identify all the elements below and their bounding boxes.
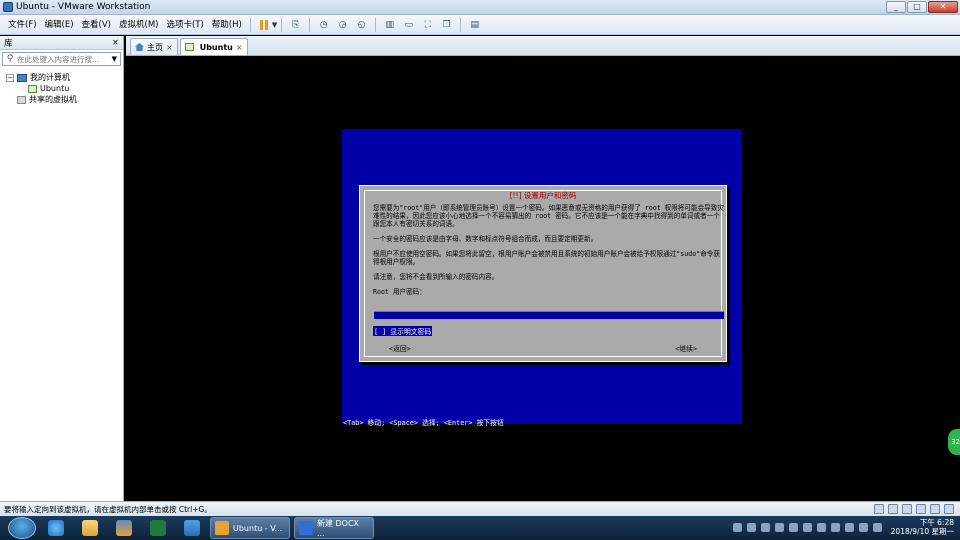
- menu-toolbar: 文件(F) 编辑(E) 查看(V) 虚拟机(M) 选项卡(T) 帮助(H) ▼ …: [0, 15, 960, 35]
- dialog-title: [!!] 设置用户和密码: [506, 191, 580, 200]
- usb-icon[interactable]: [916, 504, 926, 514]
- vm-icon: [184, 43, 194, 51]
- dialog-paragraph: 一个安全的密码应该是由字母、数字和标点符号组合而成，而且要定期更新。: [373, 235, 598, 243]
- taskbar-vmware[interactable]: Ubuntu - V...: [210, 517, 290, 539]
- home-icon: [135, 43, 144, 51]
- vmware-icon: [215, 521, 229, 535]
- tray-icon[interactable]: [774, 522, 784, 532]
- windows-taskbar: Ubuntu - V... 新建 DOCX ... 下午 6:28 2018/9…: [0, 516, 960, 540]
- display-icon[interactable]: [944, 504, 954, 514]
- library-close-icon[interactable]: ×: [112, 38, 119, 48]
- snapshot-icon[interactable]: ◷: [316, 18, 331, 32]
- search-icon: ⚲: [6, 54, 14, 64]
- thumbnail-view-icon[interactable]: ▭: [401, 18, 416, 32]
- clock[interactable]: 下午 6:28 2018/9/10 星期一: [891, 518, 954, 536]
- menu-view[interactable]: 查看(V): [78, 16, 115, 34]
- maximize-button[interactable]: □: [907, 1, 927, 13]
- root-password-input[interactable]: [374, 311, 724, 319]
- cdrom-icon[interactable]: [888, 504, 898, 514]
- tab-ubuntu[interactable]: Ubuntu ×: [179, 38, 248, 55]
- app-icon[interactable]: [110, 517, 138, 539]
- status-text: 要将输入定向到该虚拟机，请在虚拟机内部单击或按 Ctrl+G。: [4, 504, 212, 514]
- hdd-icon[interactable]: [874, 504, 884, 514]
- system-tray: 下午 6:28 2018/9/10 星期一: [732, 518, 954, 536]
- library-panel: 库 × ⚲ ▼ − 我的计算机 Ubuntu 共享的虚拟机: [0, 36, 124, 501]
- back-button[interactable]: <返回>: [389, 343, 411, 353]
- set-password-dialog: [!!] 设置用户和密码 您需要为"root"用户（即系统管理员账号）设置一个密…: [359, 185, 727, 362]
- dialog-paragraph: 根用户不应使用空密码。如果您将此留空，根用户账户会被禁用且系统的初始用户账户会被…: [373, 250, 720, 266]
- menu-vm[interactable]: 虚拟机(M): [115, 16, 162, 34]
- field-label: Root 用户密码：: [373, 288, 426, 296]
- menu-file[interactable]: 文件(F): [4, 16, 41, 34]
- vm-tree: − 我的计算机 Ubuntu 共享的虚拟机: [0, 68, 123, 109]
- excel-icon[interactable]: [144, 517, 172, 539]
- sound-icon[interactable]: [930, 504, 940, 514]
- key-hint: <Tab> 移动; <Space> 选择; <Enter> 按下按钮: [343, 419, 504, 427]
- tree-shared-vms[interactable]: 共享的虚拟机: [6, 94, 117, 105]
- search-input[interactable]: [17, 54, 105, 64]
- ime-icon[interactable]: [872, 522, 882, 532]
- show-password-checkbox[interactable]: [ ] 显示明文密码: [373, 326, 433, 336]
- chevron-down-icon[interactable]: ▼: [272, 21, 277, 29]
- dialog-paragraph: 您需要为"root"用户（即系统管理员账号）设置一个密码。如果恶意或无资格的用户…: [373, 204, 724, 228]
- tray-icon[interactable]: [788, 522, 798, 532]
- title-bar: Ubuntu - VMware Workstation _ □ ✕: [0, 0, 960, 15]
- explorer-icon[interactable]: [76, 517, 104, 539]
- pause-icon[interactable]: [257, 18, 272, 32]
- console-view-icon[interactable]: ▤: [467, 18, 482, 32]
- unity-icon[interactable]: ❐: [439, 18, 454, 32]
- window-title: Ubuntu - VMware Workstation: [16, 2, 151, 12]
- send-ctrl-alt-del-icon[interactable]: ⎘: [288, 18, 303, 32]
- computer-icon: [17, 73, 27, 82]
- network-icon[interactable]: [902, 504, 912, 514]
- vmware-window: Ubuntu - VMware Workstation _ □ ✕ 文件(F) …: [0, 0, 960, 540]
- menu-tabs[interactable]: 选项卡(T): [162, 16, 207, 34]
- wps-icon: [299, 521, 313, 535]
- fullscreen-icon[interactable]: ⛶: [420, 18, 435, 32]
- status-bar: 要将输入定向到该虚拟机，请在虚拟机内部单击或按 Ctrl+G。: [0, 501, 960, 516]
- bird-app-icon[interactable]: [178, 517, 206, 539]
- tray-icon[interactable]: [802, 522, 812, 532]
- menu-edit[interactable]: 编辑(E): [41, 16, 78, 34]
- vmware-icon: [3, 2, 13, 12]
- tray-icon[interactable]: [746, 522, 756, 532]
- network-tray-icon[interactable]: [844, 522, 854, 532]
- shared-vm-icon: [17, 95, 26, 104]
- revert-snapshot-icon[interactable]: ◶: [335, 18, 350, 32]
- bluetooth-icon[interactable]: [830, 522, 840, 532]
- tab-close-icon[interactable]: ×: [166, 43, 173, 52]
- close-button[interactable]: ✕: [928, 1, 958, 13]
- volume-icon[interactable]: [858, 522, 868, 532]
- collapse-icon[interactable]: −: [6, 73, 14, 82]
- tab-home[interactable]: 主页 ×: [130, 38, 178, 55]
- tray-icon[interactable]: [816, 522, 826, 532]
- continue-button[interactable]: <继续>: [675, 343, 697, 353]
- minimize-button[interactable]: _: [886, 1, 906, 13]
- snapshot-manager-icon[interactable]: ◵: [354, 18, 369, 32]
- vm-console[interactable]: [!!] 设置用户和密码 您需要为"root"用户（即系统管理员账号）设置一个密…: [126, 57, 960, 501]
- vm-icon: [28, 84, 37, 93]
- start-button[interactable]: [8, 517, 36, 539]
- library-title: 库: [4, 38, 13, 49]
- tray-icon[interactable]: [760, 522, 770, 532]
- tree-vm-ubuntu[interactable]: Ubuntu: [6, 83, 117, 94]
- floating-badge[interactable]: 32: [948, 429, 960, 455]
- dialog-paragraph: 请注意，您将不会看到所输入的密码内容。: [373, 273, 499, 281]
- tab-strip: 主页 × Ubuntu ×: [126, 36, 960, 56]
- taskbar-wps[interactable]: 新建 DOCX ...: [294, 517, 374, 539]
- menu-help[interactable]: 帮助(H): [208, 16, 246, 34]
- tab-close-icon[interactable]: ×: [236, 43, 243, 52]
- chevron-down-icon[interactable]: ▼: [112, 55, 120, 63]
- tray-icon[interactable]: [732, 522, 742, 532]
- library-search[interactable]: ⚲ ▼: [2, 52, 121, 66]
- ie-icon[interactable]: [42, 517, 70, 539]
- tree-my-computer[interactable]: − 我的计算机: [6, 72, 117, 83]
- library-view-icon[interactable]: ▥: [382, 18, 397, 32]
